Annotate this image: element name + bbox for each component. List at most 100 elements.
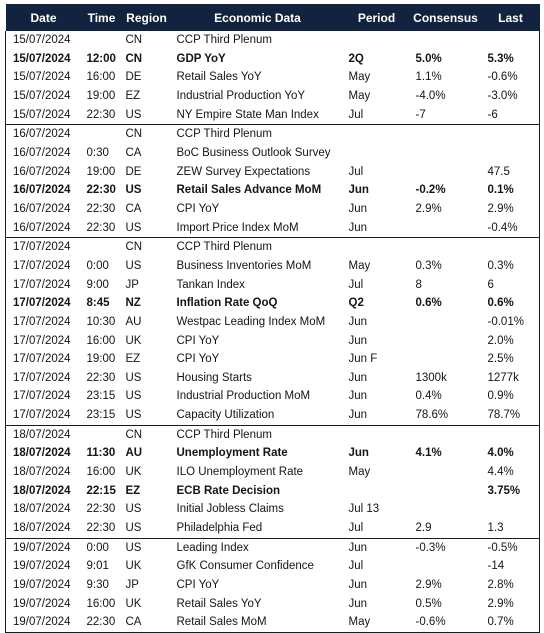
table-row[interactable]: 19/07/2024 9:01 UK GfK Consumer Confidence J… <box>6 557 540 576</box>
table-row[interactable]: 16/07/2024 22:30 CA CPI YoY Jun 2.9% 2.9% <box>6 200 540 219</box>
cell-time <box>81 237 122 257</box>
cell-period: Jul <box>348 165 364 178</box>
cell-region: UK <box>125 597 142 610</box>
cell-economic-data: Unemployment Rate <box>176 447 288 460</box>
cell-consensus <box>409 237 482 257</box>
table-row[interactable]: 15/07/2024 22:30 US NY Empire State Man Ind… <box>6 106 540 125</box>
cell-economic-data: Import Price Index MoM <box>176 221 299 234</box>
table-row[interactable]: 18/07/2024 22:30 US Initial Jobless Claims J… <box>6 500 540 519</box>
table-row[interactable]: 17/07/2024 23:15 US Industrial Production M… <box>6 387 540 406</box>
cell-consensus: 1.1% <box>415 71 442 84</box>
table-row[interactable]: 18/07/2024 16:00 UK ILO Unemployment Rate Ma… <box>6 463 540 482</box>
table-row[interactable]: 19/07/2024 9:30 JP CPI YoY Jun 2.9% 2.8% <box>6 576 540 595</box>
table-row[interactable]: 19/07/2024 0:00 US Leading Index Jun -0.3% -0.… <box>5 537 540 558</box>
cell-last: 0.1% <box>487 184 514 197</box>
cell-consensus: -4.0% <box>415 89 446 102</box>
cell-time: 22:30 <box>86 108 116 121</box>
cell-region: JP <box>125 579 139 592</box>
table-row[interactable]: 16/07/2024 0:30 CA BoC Business Outlook Sur… <box>6 144 540 163</box>
cell-period <box>344 31 410 50</box>
cell-consensus: 4.1% <box>415 447 442 460</box>
table-row[interactable]: 17/07/2024 0:00 US Business Inventories MoM… <box>6 257 540 276</box>
cell-consensus <box>410 163 482 182</box>
cell-period: Jun <box>348 371 368 384</box>
cell-region: EZ <box>125 353 141 366</box>
table-row[interactable]: 18/07/2024 CN CCP Third Plenum <box>5 424 540 445</box>
table-row[interactable]: 15/07/2024 16:00 DE Retail Sales YoY May 1.1%… <box>6 68 540 87</box>
cell-economic-data: CPI YoY <box>176 353 220 366</box>
table-row[interactable]: 18/07/2024 11:30 AU Unemployment Rate Jun 4.1… <box>6 444 540 463</box>
table-row[interactable]: 17/07/2024 23:15 US Capacity Utilization Jun… <box>6 406 540 425</box>
cell-date: 17/07/2024 <box>13 390 71 403</box>
cell-date: 15/07/2024 <box>13 52 71 65</box>
cell-region: CN <box>125 34 143 46</box>
cell-period: May <box>348 616 371 629</box>
cell-last <box>481 424 540 445</box>
cell-date: 17/07/2024 <box>13 259 71 272</box>
cell-consensus <box>410 219 482 238</box>
cell-consensus <box>410 332 482 351</box>
cell-economic-data: GfK Consumer Confidence <box>176 560 314 573</box>
column-header-period[interactable]: Period <box>344 4 410 31</box>
table-row[interactable]: 18/07/2024 22:15 EZ ECB Rate Decision 3.75% <box>6 482 540 501</box>
table-row[interactable]: 17/07/2024 CN CCP Third Plenum <box>5 237 540 257</box>
cell-last: 2.5% <box>487 353 514 366</box>
cell-time: 22:30 <box>86 503 116 516</box>
cell-economic-data: Retail Sales YoY <box>176 71 262 84</box>
cell-region: NZ <box>125 297 141 310</box>
table-row[interactable]: 17/07/2024 19:00 EZ CPI YoY Jun F 2.5% <box>6 350 540 369</box>
cell-time: 19:00 <box>86 165 116 178</box>
cell-date: 18/07/2024 <box>13 484 71 497</box>
column-header-economic-data[interactable]: Economic Data <box>172 4 344 31</box>
cell-time: 9:01 <box>86 560 109 573</box>
cell-last: -0.5% <box>481 537 540 558</box>
table-row[interactable]: 15/07/2024 12:00 CN GDP YoY 2Q 5.0% 5.3% <box>6 50 540 69</box>
cell-consensus: -7 <box>415 108 426 121</box>
cell-date: 18/07/2024 <box>5 424 82 445</box>
table-row[interactable]: 16/07/2024 22:30 US Retail Sales Advance Mo… <box>6 181 540 200</box>
cell-period: Jun <box>343 537 410 558</box>
table-row[interactable]: 15/07/2024 CN CCP Third Plenum <box>6 31 540 50</box>
cell-last: 1277k <box>487 371 519 384</box>
cell-last: 2.8% <box>487 579 514 592</box>
column-header-region[interactable]: Region <box>122 4 172 31</box>
cell-consensus: 0.4% <box>415 390 442 403</box>
cell-date: 17/07/2024 <box>13 334 71 347</box>
table-row[interactable]: 17/07/2024 10:30 AU Westpac Leading Index M… <box>6 313 540 332</box>
column-header-date[interactable]: Date <box>6 4 82 31</box>
cell-economic-data: NY Empire State Man Index <box>176 108 319 121</box>
table-row[interactable]: 15/07/2024 19:00 EZ Industrial Production Y… <box>6 87 540 106</box>
table-row[interactable]: 17/07/2024 16:00 UK CPI YoY Jun 2.0% <box>6 332 540 351</box>
table-row[interactable]: 16/07/2024 CN CCP Third Plenum <box>5 124 540 144</box>
table-row[interactable]: 17/07/2024 8:45 NZ Inflation Rate QoQ Q2 0.6%… <box>6 294 540 313</box>
cell-economic-data: Business Inventories MoM <box>176 259 312 272</box>
cell-period: May <box>348 259 371 272</box>
cell-date: 17/07/2024 <box>13 315 71 328</box>
cell-date: 16/07/2024 <box>13 202 71 215</box>
column-header-consensus[interactable]: Consensus <box>410 4 482 31</box>
cell-time: 23:15 <box>86 409 116 422</box>
cell-consensus: 8 <box>415 278 422 291</box>
cell-economic-data: Leading Index <box>171 537 344 558</box>
table-row[interactable]: 17/07/2024 9:00 JP Tankan Index Jul 8 6 <box>6 276 540 295</box>
cell-date: 18/07/2024 <box>13 503 71 516</box>
column-header-last[interactable]: Last <box>482 4 540 31</box>
cell-economic-data: Housing Starts <box>176 371 252 384</box>
cell-last: -0.4% <box>487 221 518 234</box>
table-row[interactable]: 19/07/2024 22:30 CA Retail Sales MoM May -0.6… <box>6 613 540 632</box>
cell-period: Jul 13 <box>348 503 380 516</box>
column-header-time[interactable]: Time <box>82 4 122 31</box>
table-row[interactable]: 19/07/2024 16:00 UK Retail Sales YoY Jun 0.5%… <box>6 595 540 614</box>
cell-economic-data: CPI YoY <box>176 334 220 347</box>
cell-consensus: 2.9% <box>415 202 442 215</box>
cell-date: 17/07/2024 <box>5 237 82 257</box>
cell-region: US <box>125 390 142 403</box>
cell-last: -0.01% <box>487 315 524 328</box>
table-row[interactable]: 16/07/2024 22:30 US Import Price Index MoM J… <box>6 219 540 238</box>
cell-time: 19:00 <box>86 353 116 366</box>
cell-region: UK <box>125 560 142 573</box>
table-row[interactable]: 16/07/2024 19:00 DE ZEW Survey Expectations… <box>6 163 540 182</box>
table-row[interactable]: 18/07/2024 22:30 US Philadelphia Fed Jul 2.9 1… <box>6 519 540 538</box>
cell-period: Jun <box>348 597 368 610</box>
table-row[interactable]: 17/07/2024 22:30 US Housing Starts Jun 1300k 1… <box>6 369 540 388</box>
